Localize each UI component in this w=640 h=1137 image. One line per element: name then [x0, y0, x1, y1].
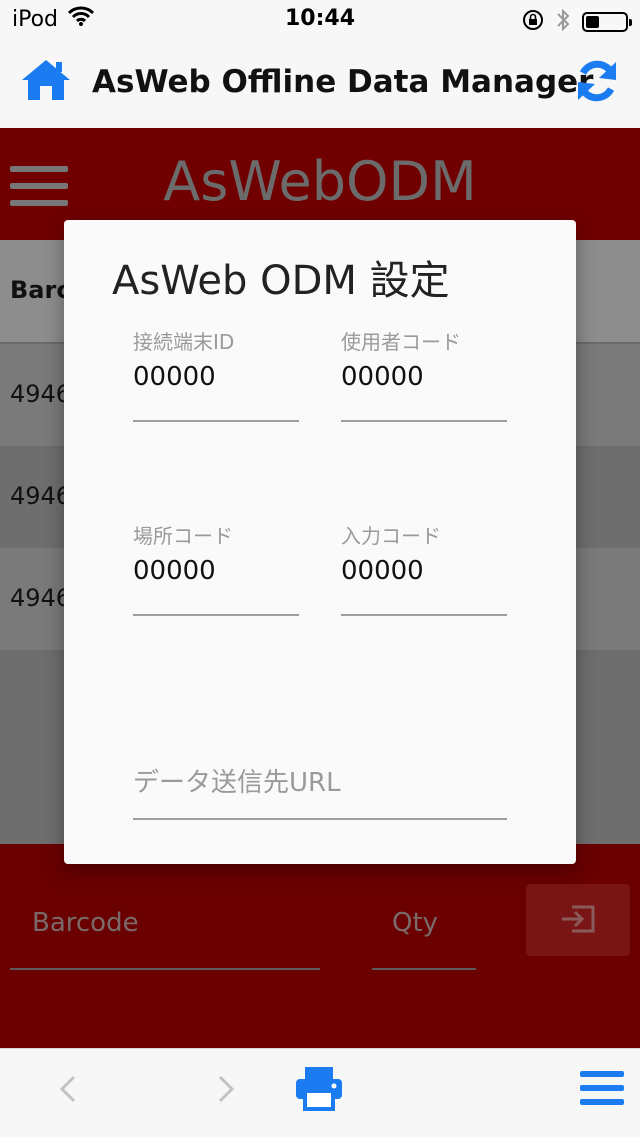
qty-input[interactable]: Qty: [372, 884, 476, 970]
dialog-title: AsWeb ODM 設定: [112, 258, 450, 304]
battery-icon: [582, 12, 632, 32]
user-code-label: 使用者コード: [341, 330, 461, 354]
column-header-barcode: Barc: [10, 276, 71, 304]
chevron-right-icon[interactable]: [214, 1069, 238, 1113]
home-icon[interactable]: [20, 56, 72, 104]
barcode-placeholder: Barcode: [32, 908, 139, 938]
data-url-field[interactable]: データ送信先URL: [133, 738, 507, 820]
table-cell-barcode: 4946: [10, 380, 72, 408]
app-title: AsWebODM: [163, 150, 477, 213]
table-cell-barcode: 4946: [10, 584, 72, 612]
input-code-value: 00000: [341, 556, 424, 586]
refresh-icon[interactable]: [572, 56, 622, 106]
location-code-field[interactable]: 場所コード 00000: [133, 520, 299, 616]
table-cell-barcode: 4946: [10, 482, 72, 510]
location-code-value: 00000: [133, 556, 216, 586]
bluetooth-icon: [556, 8, 570, 36]
qty-placeholder: Qty: [392, 908, 439, 938]
enter-icon: [562, 905, 595, 933]
user-code-value: 00000: [341, 362, 424, 392]
battery-level: [586, 16, 599, 28]
bottom-toolbar: [0, 1048, 640, 1137]
input-code-label: 入力コード: [341, 524, 441, 548]
status-bar: iPod 10:44: [0, 0, 640, 40]
print-icon[interactable]: [294, 1065, 344, 1115]
menu-icon[interactable]: [580, 1069, 624, 1111]
terminal-id-value: 00000: [133, 362, 216, 392]
input-code-field[interactable]: 入力コード 00000: [341, 520, 507, 616]
terminal-id-label: 接続端末ID: [133, 330, 235, 354]
enter-button[interactable]: [526, 884, 630, 956]
nav-title: AsWeb Offline Data Manager: [92, 64, 594, 100]
barcode-input[interactable]: Barcode: [10, 884, 320, 970]
status-right: [522, 8, 632, 36]
terminal-id-field[interactable]: 接続端末ID 00000: [133, 326, 299, 422]
nav-bar: AsWeb Offline Data Manager: [0, 40, 640, 128]
user-code-field[interactable]: 使用者コード 00000: [341, 326, 507, 422]
data-url-placeholder: データ送信先URL: [133, 768, 341, 798]
rotation-lock-icon: [522, 9, 544, 35]
chevron-left-icon[interactable]: [56, 1069, 80, 1113]
entry-bar: Barcode Qty: [0, 844, 640, 1048]
settings-dialog: AsWeb ODM 設定 接続端末ID 00000 使用者コード 00000 場…: [64, 220, 576, 864]
location-code-label: 場所コード: [133, 524, 233, 548]
